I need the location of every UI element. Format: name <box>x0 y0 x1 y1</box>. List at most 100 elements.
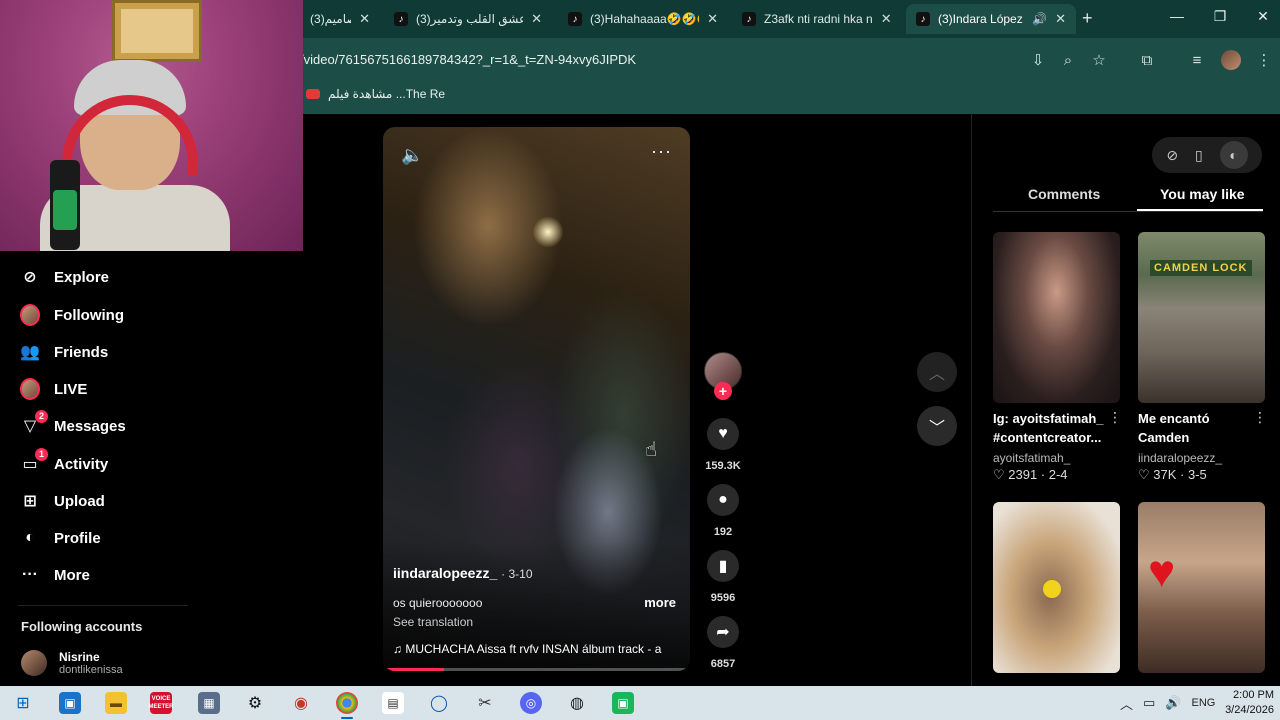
browser-tab[interactable]: ♪ Z3afk nti radni hka n ✕ <box>732 4 902 34</box>
bookmark-star-icon[interactable]: ☆ <box>1088 50 1110 72</box>
chevron-down-icon: ﹀ <box>928 420 945 437</box>
clock[interactable]: 2:00 PM 3/24/2026 <box>1222 688 1274 718</box>
extensions-icon[interactable]: ⧉ <box>1136 50 1158 72</box>
cortana-icon[interactable]: ◯ <box>428 692 450 714</box>
url-field[interactable]: /video/7615675166189784342?_r=1&_t=ZN-94… <box>300 52 636 67</box>
window-close-icon[interactable]: ✕ <box>1253 8 1273 25</box>
sidebar-item-friends[interactable]: 👥 Friends <box>20 337 108 367</box>
discord-icon[interactable]: ◎ <box>520 692 542 714</box>
comment-icon: ● <box>718 491 728 508</box>
caption-more-button[interactable]: more <box>644 595 676 610</box>
card-username[interactable]: iindaralopeezz_ <box>1138 451 1222 465</box>
sidebar-item-messages[interactable]: ▽ 2 Messages <box>20 410 126 441</box>
messages-badge: 2 <box>35 410 48 423</box>
browser-tab[interactable]: ♪ (3)Hahahaaaa🤣🤣🤣 ✕ <box>558 4 728 34</box>
sidebar-item-activity[interactable]: ▭ 1 Activity <box>20 448 109 479</box>
profile-avatar[interactable] <box>1221 50 1241 70</box>
video-progress-bar[interactable] <box>383 668 690 671</box>
save-button[interactable]: ▮ <box>707 550 739 582</box>
install-app-icon[interactable]: ⇩ <box>1027 50 1049 72</box>
more-options-icon[interactable]: ⋮ <box>1253 409 1267 426</box>
tab-comments[interactable]: Comments <box>1028 186 1100 202</box>
sidebar-item-label: Upload <box>54 492 105 510</box>
next-video-button[interactable]: ﹀ <box>917 406 957 446</box>
music-track[interactable]: ♫ MUCHACHA Aissa ft rvfv INSAN álbum tra… <box>393 642 678 656</box>
speaker-icon[interactable]: 🔊 <box>1032 12 1047 26</box>
close-icon[interactable]: ✕ <box>1055 11 1066 27</box>
sidebar-item-label: Activity <box>54 455 109 473</box>
following-avatar-icon <box>20 304 40 326</box>
tiktok-icon: ♪ <box>916 12 930 26</box>
sidebar-item-live[interactable]: LIVE <box>20 374 87 404</box>
previous-video-button[interactable]: ︿ <box>917 352 957 392</box>
divider <box>18 605 188 606</box>
store-icon[interactable]: ▣ <box>59 692 81 714</box>
browser-tab[interactable]: ♪ (3)عشق القلب وتدمير ✕ <box>384 4 552 34</box>
minimize-icon[interactable]: — <box>1167 8 1187 24</box>
chevron-up-icon[interactable]: ︿ <box>1120 694 1133 713</box>
more-options-icon[interactable]: ··· <box>651 141 672 162</box>
close-icon[interactable]: ✕ <box>531 11 542 27</box>
author-name[interactable]: iindaralopeezz_ <box>393 565 497 581</box>
comment-button[interactable]: ● <box>707 484 739 516</box>
browser-tab-active[interactable]: ♪ (3)Indara López y 🔊 ✕ <box>906 4 1076 34</box>
video-date: · 3-10 <box>501 567 533 581</box>
windows-start-icon[interactable]: ⊞ <box>12 692 34 714</box>
view-toggle[interactable]: ⊘ ▯ ◐ <box>1152 137 1262 173</box>
share-button[interactable]: ➦ <box>707 616 739 648</box>
close-icon[interactable]: ✕ <box>359 11 370 27</box>
volume-icon[interactable]: 🔈 <box>401 145 423 166</box>
zoom-icon[interactable]: ⌕ <box>1057 50 1079 72</box>
network-icon[interactable]: ▭ <box>1143 695 1155 711</box>
card-title[interactable]: Me encantó Camden <box>1138 409 1253 447</box>
like-button[interactable]: ♥ <box>707 418 739 450</box>
camden-lock-sign: CAMDEN LOCK <box>1150 260 1252 276</box>
avatar-view-icon[interactable]: ◐ <box>1219 141 1248 169</box>
video-thumbnail[interactable]: CAMDEN LOCK <box>1138 232 1265 403</box>
notepad-icon[interactable]: ▤ <box>382 692 404 714</box>
sidebar-item-following[interactable]: Following <box>20 300 124 330</box>
phone-icon[interactable]: ▯ <box>1195 147 1203 164</box>
follow-plus-icon[interactable]: + <box>714 382 732 400</box>
media-controls-icon[interactable]: ≡ <box>1186 50 1208 72</box>
menu-kebab-icon[interactable]: ⋮ <box>1253 50 1275 72</box>
obs-icon[interactable]: ◉ <box>290 692 312 714</box>
tiktok-icon: ♪ <box>742 12 756 26</box>
following-account[interactable]: Nisrine dontlikenissa <box>21 650 123 676</box>
sidebar-item-profile[interactable]: ◐ Profile <box>20 523 101 553</box>
bookmark-label: مشاهدة فيلم ...The Re <box>328 87 446 101</box>
steam-icon[interactable]: ⚙ <box>244 692 266 714</box>
sidebar-item-more[interactable]: ··· More <box>20 560 90 590</box>
volume-icon[interactable]: 🔊 <box>1165 695 1181 711</box>
sidebar-item-upload[interactable]: ⊞ Upload <box>20 486 105 516</box>
chrome-icon[interactable] <box>336 692 358 719</box>
messages-icon: ▽ 2 <box>20 410 48 436</box>
card-title[interactable]: Ig: ayoitsfatimah_ #contentcreator... <box>993 409 1108 447</box>
file-explorer-icon[interactable]: ▬ <box>105 692 127 714</box>
bookmark-item[interactable]: مشاهدة فيلم ...The Re <box>306 87 445 101</box>
capcut-icon[interactable]: ✂ <box>474 692 496 714</box>
compass-icon[interactable]: ⊘ <box>1166 147 1178 164</box>
card-username[interactable]: ayoitsfatimah_ <box>993 451 1070 465</box>
youtube-icon <box>306 89 320 99</box>
language-indicator[interactable]: ENG <box>1192 697 1216 709</box>
app-icon[interactable]: ◍ <box>566 692 588 714</box>
android-icon[interactable]: ▣ <box>612 692 634 714</box>
chick-figure <box>1043 580 1061 598</box>
browser-tab[interactable]: تصاميم(3) ✕ <box>300 4 380 34</box>
calculator-icon[interactable]: ▦ <box>198 692 220 714</box>
close-icon[interactable]: ✕ <box>707 11 718 27</box>
close-icon[interactable]: ✕ <box>881 11 892 27</box>
restore-icon[interactable]: ❐ <box>1210 8 1230 25</box>
video-author[interactable]: iindaralopeezz_ · 3-10 <box>393 565 533 581</box>
sidebar-item-explore[interactable]: ⊘ Explore <box>20 262 109 292</box>
see-translation-link[interactable]: See translation <box>393 615 473 629</box>
video-thumbnail[interactable] <box>993 502 1120 673</box>
tab-you-may-like[interactable]: You may like <box>1160 186 1245 202</box>
video-thumbnail[interactable]: ♥ <box>1138 502 1265 673</box>
more-options-icon[interactable]: ⋮ <box>1108 409 1122 426</box>
video-player[interactable]: 🔈 ··· iindaralopeezz_ · 3-10 os quierooo… <box>383 127 690 671</box>
voicemeeter-icon[interactable]: VOICE MEETER <box>149 692 174 714</box>
new-tab-button[interactable]: + <box>1082 8 1093 29</box>
video-thumbnail[interactable] <box>993 232 1120 403</box>
